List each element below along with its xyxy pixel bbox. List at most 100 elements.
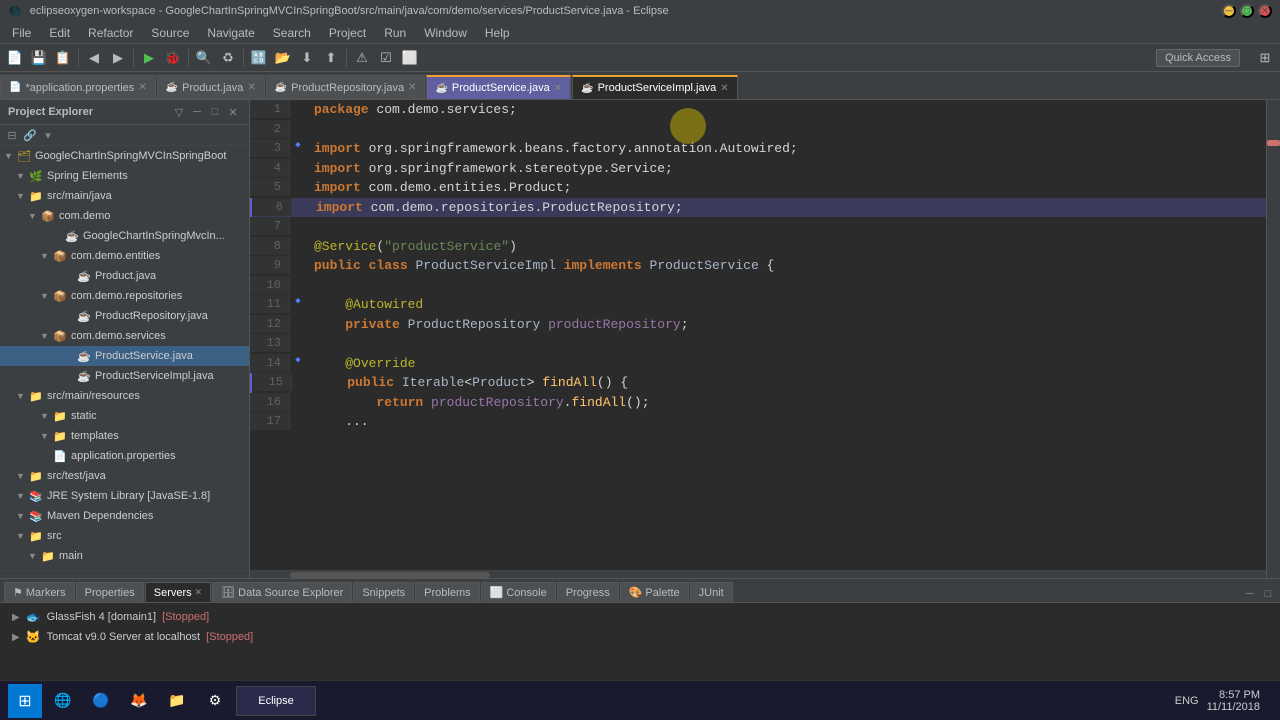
editor-hscrollbar-thumb[interactable] bbox=[290, 572, 490, 578]
tab-console[interactable]: ⬜ Console bbox=[481, 582, 556, 602]
tree-item-jre-library[interactable]: ▼ 📚 JRE System Library [JavaSE-1.8] bbox=[0, 486, 249, 506]
menu-source[interactable]: Source bbox=[143, 24, 197, 42]
toolbar-open-type[interactable]: 🔠 bbox=[248, 47, 270, 69]
tab-product-repository-java[interactable]: ☕ ProductRepository.java ✕ bbox=[266, 75, 426, 99]
taskbar-firefox[interactable]: 🦊 bbox=[122, 684, 156, 718]
tab-servers-close[interactable]: ✕ bbox=[195, 587, 203, 598]
tab-properties[interactable]: Properties bbox=[76, 582, 144, 602]
taskbar-ie[interactable]: 🌐 bbox=[46, 684, 80, 718]
code-line-16[interactable]: 16 return productRepository.findAll(); bbox=[250, 393, 1266, 413]
tab-data-source-explorer[interactable]: 🗄 Data Source Explorer bbox=[212, 582, 352, 602]
taskbar-eclipse[interactable]: Eclipse bbox=[236, 686, 316, 716]
code-line-8[interactable]: 8 @Service("productService") bbox=[250, 237, 1266, 257]
tree-item-root[interactable]: ▼ 🗂 GoogleChartInSpringMVCInSpringBoot bbox=[0, 146, 249, 166]
menu-project[interactable]: Project bbox=[321, 24, 374, 42]
menu-edit[interactable]: Edit bbox=[41, 24, 78, 42]
code-line-6[interactable]: 6 import com.demo.repositories.ProductRe… bbox=[250, 198, 1266, 218]
taskbar-explorer[interactable]: 📁 bbox=[160, 684, 194, 718]
server-row-tomcat[interactable]: ▶ 🐱 Tomcat v9.0 Server at localhost [Sto… bbox=[8, 627, 1272, 647]
tree-item-com-demo[interactable]: ▼ 📦 com.demo bbox=[0, 206, 249, 226]
code-line-7[interactable]: 7 bbox=[250, 217, 1266, 237]
code-line-12[interactable]: 12 private ProductRepository productRepo… bbox=[250, 315, 1266, 335]
toolbar-saveall[interactable]: 📋 bbox=[52, 47, 74, 69]
tab-product-service-impl-java[interactable]: ☕ ProductServiceImpl.java ✕ bbox=[572, 75, 737, 99]
tree-item-src-test-java[interactable]: ▼ 📁 src/test/java bbox=[0, 466, 249, 486]
toolbar-new[interactable]: 📄 bbox=[4, 47, 26, 69]
tree-item-maven-dependencies[interactable]: ▼ 📚 Maven Dependencies bbox=[0, 506, 249, 526]
sidebar-close-btn[interactable]: ✕ bbox=[225, 104, 241, 120]
sidebar-minimize-btn[interactable]: ─ bbox=[189, 104, 205, 120]
tree-item-templates[interactable]: ▼ 📁 templates bbox=[0, 426, 249, 446]
server-tomcat-expand-btn[interactable]: ▶ bbox=[12, 632, 20, 643]
tab-product-service-java-close[interactable]: ✕ bbox=[554, 83, 562, 94]
code-line-4[interactable]: 4 import org.springframework.stereotype.… bbox=[250, 159, 1266, 179]
code-line-11[interactable]: 11 ◆ @Autowired bbox=[250, 295, 1266, 315]
tree-item-main[interactable]: ▼ 📁 main bbox=[0, 546, 249, 566]
sidebar-link-editor-btn[interactable]: 🔗 bbox=[22, 127, 38, 143]
toolbar-search[interactable]: 🔍 bbox=[193, 47, 215, 69]
code-line-17[interactable]: 17 ... bbox=[250, 412, 1266, 432]
tree-item-src-main-java[interactable]: ▼ 📁 src/main/java bbox=[0, 186, 249, 206]
code-line-9[interactable]: 9 public class ProductServiceImpl implem… bbox=[250, 256, 1266, 276]
code-line-1[interactable]: 1 package com.demo.services; bbox=[250, 100, 1266, 120]
code-editor[interactable]: 1 package com.demo.services; 2 3 ◆ impor… bbox=[250, 100, 1266, 570]
tree-item-application-properties[interactable]: 📄 application.properties bbox=[0, 446, 249, 466]
tree-item-src-main-resources[interactable]: ▼ 📁 src/main/resources bbox=[0, 386, 249, 406]
tree-item-com-demo-services[interactable]: ▼ 📦 com.demo.services bbox=[0, 326, 249, 346]
tab-junit[interactable]: JUnit bbox=[690, 582, 733, 602]
tab-application-properties-close[interactable]: ✕ bbox=[138, 82, 146, 93]
code-line-10[interactable]: 10 bbox=[250, 276, 1266, 296]
taskbar-edge[interactable]: 🔵 bbox=[84, 684, 118, 718]
tab-application-properties[interactable]: 📄 *application.properties ✕ bbox=[0, 75, 156, 99]
tree-item-spring-elements[interactable]: ▼ 🌿 Spring Elements bbox=[0, 166, 249, 186]
tab-product-java-close[interactable]: ✕ bbox=[247, 82, 255, 93]
code-line-15[interactable]: 15 public Iterable<Product> findAll() { bbox=[250, 373, 1266, 393]
tree-item-static[interactable]: ▼ 📁 static bbox=[0, 406, 249, 426]
toolbar-run[interactable]: ▶ bbox=[138, 47, 160, 69]
menu-search[interactable]: Search bbox=[265, 24, 319, 42]
tab-servers[interactable]: Servers ✕ bbox=[145, 582, 211, 602]
code-line-13[interactable]: 13 bbox=[250, 334, 1266, 354]
close-button[interactable]: ✕ bbox=[1258, 4, 1272, 18]
tree-item-product-service-impl-java[interactable]: ☕ ProductServiceImpl.java bbox=[0, 366, 249, 386]
tab-product-service-impl-java-close[interactable]: ✕ bbox=[720, 83, 728, 94]
menu-navigate[interactable]: Navigate bbox=[199, 24, 262, 42]
tree-item-product-service-java[interactable]: ☕ ProductService.java bbox=[0, 346, 249, 366]
bottom-panel-minimize-btn[interactable]: ─ bbox=[1242, 586, 1258, 602]
sidebar-settings-btn[interactable]: ▾ bbox=[40, 127, 56, 143]
toolbar-prev-annotation[interactable]: ⬆ bbox=[320, 47, 342, 69]
toolbar-save[interactable]: 💾 bbox=[28, 47, 50, 69]
tree-item-src[interactable]: ▼ 📁 src bbox=[0, 526, 249, 546]
code-line-3[interactable]: 3 ◆ import org.springframework.beans.fac… bbox=[250, 139, 1266, 159]
tab-palette[interactable]: 🎨 Palette bbox=[620, 582, 689, 602]
server-row-glassfish[interactable]: ▶ 🐟 GlassFish 4 [domain1] [Stopped] bbox=[8, 607, 1272, 627]
menu-window[interactable]: Window bbox=[416, 24, 475, 42]
tree-item-com-demo-entities[interactable]: ▼ 📦 com.demo.entities bbox=[0, 246, 249, 266]
tab-markers[interactable]: ⚑ Markers bbox=[4, 582, 75, 602]
minimize-button[interactable]: ─ bbox=[1222, 4, 1236, 18]
tab-product-service-java[interactable]: ☕ ProductService.java ✕ bbox=[426, 75, 571, 99]
toolbar-refactor[interactable]: ♻ bbox=[217, 47, 239, 69]
toolbar-open-resource[interactable]: 📂 bbox=[272, 47, 294, 69]
server-glassfish-expand-btn[interactable]: ▶ bbox=[12, 612, 20, 623]
code-line-2[interactable]: 2 bbox=[250, 120, 1266, 140]
toolbar-forward[interactable]: ▶ bbox=[107, 47, 129, 69]
toolbar-back[interactable]: ◀ bbox=[83, 47, 105, 69]
menu-refactor[interactable]: Refactor bbox=[80, 24, 141, 42]
sidebar-collapse-btn[interactable]: ▽ bbox=[171, 104, 187, 120]
code-line-14[interactable]: 14 ◆ @Override bbox=[250, 354, 1266, 374]
tree-item-com-demo-repositories[interactable]: ▼ 📦 com.demo.repositories bbox=[0, 286, 249, 306]
show-desktop-button[interactable] bbox=[1268, 684, 1272, 718]
quick-access-button[interactable]: Quick Access bbox=[1156, 49, 1240, 67]
menu-run[interactable]: Run bbox=[376, 24, 414, 42]
toolbar-debug[interactable]: 🐞 bbox=[162, 47, 184, 69]
toolbar-tasks[interactable]: ☑ bbox=[375, 47, 397, 69]
tree-item-main-class[interactable]: ☕ GoogleChartInSpringMvcIn... bbox=[0, 226, 249, 246]
tab-snippets[interactable]: Snippets bbox=[353, 582, 414, 602]
tree-item-product-java[interactable]: ☕ Product.java bbox=[0, 266, 249, 286]
toolbar-perspective[interactable]: ⊞ bbox=[1254, 47, 1276, 69]
tab-progress[interactable]: Progress bbox=[557, 582, 619, 602]
taskbar-settings[interactable]: ⚙ bbox=[198, 684, 232, 718]
menu-file[interactable]: File bbox=[4, 24, 39, 42]
tab-product-repository-java-close[interactable]: ✕ bbox=[408, 82, 416, 93]
